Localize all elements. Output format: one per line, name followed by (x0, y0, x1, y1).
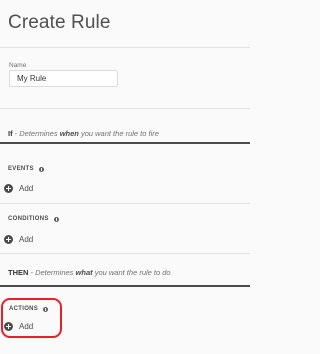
add-condition-button[interactable]: Add (4, 235, 33, 244)
then-section-heading: THEN - Determines what you want the rule… (8, 268, 171, 277)
add-condition-label: Add (19, 235, 34, 244)
if-description: - Determines when you want the rule to f… (12, 129, 159, 138)
if-section-heading: If - Determines when you want the rule t… (8, 129, 159, 138)
if-section-rule (0, 142, 250, 144)
add-event-button[interactable]: Add (4, 184, 33, 193)
divider (0, 108, 250, 109)
conditions-label: CONDITIONS (8, 216, 59, 222)
plus-circle-icon (4, 235, 13, 244)
page-title: Create Rule (8, 12, 111, 33)
then-keyword: THEN (8, 268, 29, 277)
info-icon[interactable] (53, 216, 59, 222)
rule-name-input[interactable] (9, 70, 118, 87)
actions-highlight-annotation (1, 298, 62, 338)
page-header: Create Rule (0, 0, 250, 48)
add-event-label: Add (19, 184, 34, 193)
then-description: - Determines what you want the rule to d… (28, 268, 171, 277)
then-section-rule (0, 285, 250, 287)
divider (0, 253, 250, 254)
info-icon[interactable] (38, 166, 44, 172)
name-field-label: Name (9, 62, 27, 69)
events-label: EVENTS (8, 166, 44, 172)
divider (0, 203, 250, 204)
plus-circle-icon (4, 184, 13, 193)
